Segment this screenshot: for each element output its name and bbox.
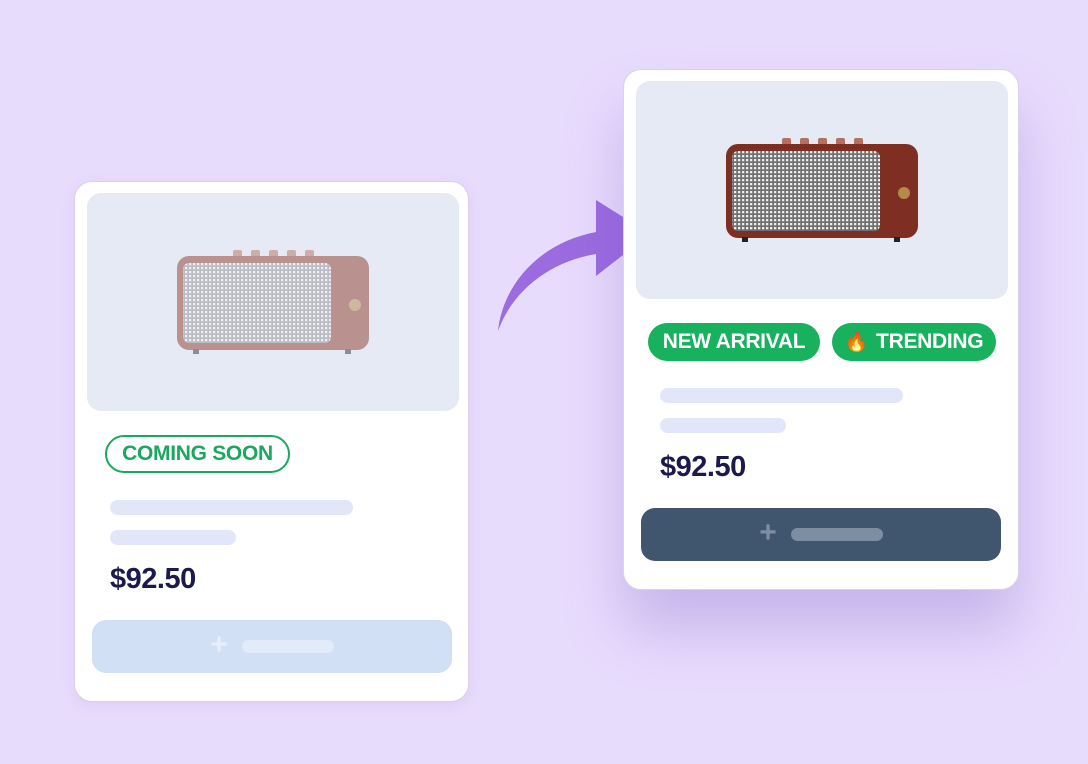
subtitle-skeleton xyxy=(660,418,786,433)
product-card-coming-soon: COMING SOON $92.50 + xyxy=(74,181,469,702)
badge-label: NEW ARRIVAL xyxy=(662,330,806,353)
product-card-new-arrival[interactable]: NEW ARRIVAL 🔥 TRENDING $92.50 + xyxy=(623,69,1019,590)
badge-label: COMING SOON xyxy=(122,442,273,465)
button-label-skeleton xyxy=(241,640,334,653)
product-image[interactable] xyxy=(636,81,1008,299)
title-skeleton xyxy=(110,500,353,515)
fire-icon: 🔥 xyxy=(844,331,869,353)
speaker-product-image xyxy=(177,250,369,354)
badge-new-arrival: NEW ARRIVAL xyxy=(648,323,820,361)
product-price: $92.50 xyxy=(660,451,746,483)
button-label-skeleton xyxy=(790,528,883,541)
badge-label: TRENDING xyxy=(876,330,984,353)
title-skeleton xyxy=(660,388,903,403)
subtitle-skeleton xyxy=(110,530,236,545)
add-to-cart-button[interactable]: + xyxy=(641,508,1001,561)
speaker-product-image xyxy=(726,138,918,242)
badge-coming-soon: COMING SOON xyxy=(105,435,290,473)
product-image xyxy=(87,193,459,411)
plus-icon: + xyxy=(210,628,228,661)
product-price: $92.50 xyxy=(110,563,196,595)
badge-trending: 🔥 TRENDING xyxy=(832,323,996,361)
add-to-cart-button-disabled: + xyxy=(92,620,452,673)
plus-icon: + xyxy=(759,516,777,549)
